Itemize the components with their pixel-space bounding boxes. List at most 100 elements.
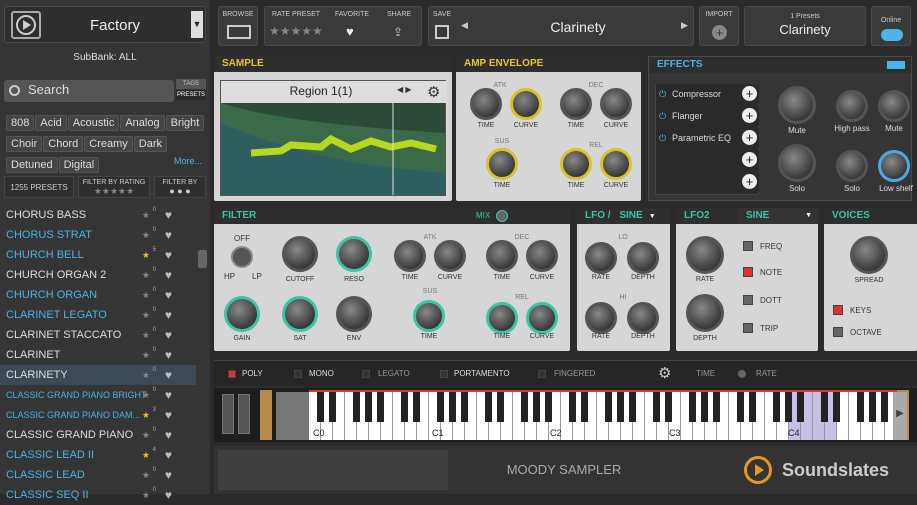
heart-icon[interactable]: ♥ xyxy=(165,285,172,305)
black-key[interactable] xyxy=(665,392,672,422)
preset-row[interactable]: CLASSIC LEAD ★ 0 ♥ xyxy=(0,465,196,485)
black-key[interactable] xyxy=(689,392,696,422)
rate-toggle[interactable] xyxy=(738,370,746,378)
poly-checkbox[interactable] xyxy=(228,370,236,378)
freq-checkbox[interactable] xyxy=(743,241,753,251)
star-icon[interactable]: ★ xyxy=(142,365,150,385)
tag-chip[interactable]: Acoustic xyxy=(67,115,120,131)
filter-type-switch[interactable] xyxy=(231,246,253,268)
preset-row[interactable]: CHURCH ORGAN 2 ★ 0 ♥ xyxy=(0,265,196,285)
star-icon[interactable]: ★ xyxy=(142,205,150,225)
tag-chip[interactable]: Creamy xyxy=(84,136,133,152)
tab-tags[interactable]: TAGS xyxy=(176,79,206,89)
preset-row[interactable]: CLARINET LEGATO ★ 0 ♥ xyxy=(0,305,196,325)
black-key[interactable] xyxy=(833,392,840,422)
keys-checkbox[interactable] xyxy=(833,305,843,315)
lfo1-wave[interactable]: SINE xyxy=(619,210,642,221)
black-key[interactable] xyxy=(797,392,804,422)
tag-chip[interactable]: Analog xyxy=(120,115,165,131)
add-icon[interactable]: + xyxy=(742,174,757,189)
import-button[interactable]: IMPORT + xyxy=(699,6,739,46)
online-button[interactable]: Online xyxy=(871,6,911,46)
heart-icon[interactable]: ♥ xyxy=(165,385,172,405)
tag-chip[interactable]: Acid xyxy=(35,115,67,131)
black-key[interactable] xyxy=(785,392,792,422)
heart-icon[interactable]: ♥ xyxy=(165,305,172,325)
black-key[interactable] xyxy=(713,392,720,422)
note-checkbox[interactable] xyxy=(743,267,753,277)
black-key[interactable] xyxy=(773,392,780,422)
fx-parametric-eq[interactable]: ⏻ Parametric EQ + xyxy=(656,128,759,148)
f-sus-time-knob[interactable] xyxy=(413,300,445,332)
black-key[interactable] xyxy=(701,392,708,422)
star-icon[interactable]: ★ xyxy=(142,405,150,425)
star-icon[interactable]: ★ xyxy=(142,325,150,345)
sat-knob[interactable] xyxy=(282,296,318,332)
fingered-label[interactable]: FINGERED xyxy=(554,369,595,378)
black-key[interactable] xyxy=(485,392,492,422)
fx-slot-empty[interactable]: + xyxy=(656,172,759,192)
amp-sus-time-knob[interactable] xyxy=(486,148,518,180)
preset-row[interactable]: CHURCH ORGAN ★ 0 ♥ xyxy=(0,285,196,305)
gear-icon[interactable]: ⚙ xyxy=(658,364,671,382)
gain-knob[interactable] xyxy=(224,296,260,332)
lfo1-lo-rate-knob[interactable] xyxy=(585,242,617,274)
black-key[interactable] xyxy=(449,392,456,422)
fx-lowshelf-knob[interactable] xyxy=(878,150,910,182)
black-key[interactable] xyxy=(377,392,384,422)
fx-compressor[interactable]: ⏻ Compressor + xyxy=(656,84,759,104)
fingered-checkbox[interactable] xyxy=(538,370,546,378)
filter-by-rating[interactable]: FILTER BY RATING ★★★★★ xyxy=(78,176,150,198)
power-icon[interactable]: ⏻ xyxy=(659,128,666,148)
amp-atk-time-knob[interactable] xyxy=(470,88,502,120)
rate-preset[interactable]: RATE PRESET ★★★★★ xyxy=(265,7,327,45)
lfo2-rate-knob[interactable] xyxy=(686,236,724,274)
scrollbar-thumb[interactable] xyxy=(198,250,207,268)
black-key[interactable] xyxy=(617,392,624,422)
next-preset-icon[interactable]: ▶ xyxy=(681,20,688,31)
more-tags-link[interactable]: More... xyxy=(174,156,202,166)
amp-dec-curve-knob[interactable] xyxy=(600,88,632,120)
heart-icon[interactable]: ♥ xyxy=(165,445,172,465)
star-icon[interactable]: ★ xyxy=(142,425,150,445)
mono-checkbox[interactable] xyxy=(294,370,302,378)
search-input[interactable]: Search xyxy=(4,80,174,102)
lfo1-hi-depth-knob[interactable] xyxy=(627,302,659,334)
add-icon[interactable]: + xyxy=(742,86,757,101)
star-icon[interactable]: ★ xyxy=(142,345,150,365)
lfo2-wave-select[interactable]: SINE ▼ xyxy=(738,208,818,224)
tag-chip[interactable]: Dark xyxy=(133,136,168,152)
black-key[interactable] xyxy=(521,392,528,422)
heart-icon[interactable]: ♥ xyxy=(165,405,172,425)
black-key[interactable] xyxy=(401,392,408,422)
mono-label[interactable]: MONO xyxy=(309,369,334,378)
heart-icon[interactable]: ♥ xyxy=(165,225,172,245)
octave-right-icon[interactable]: ▶ xyxy=(893,392,907,440)
subbank-label[interactable]: SubBank: ALL xyxy=(0,52,210,63)
black-key[interactable] xyxy=(737,392,744,422)
fx-mute-knob[interactable] xyxy=(778,86,816,124)
fx-highpass-knob[interactable] xyxy=(836,90,868,122)
heart-icon[interactable]: ♥ xyxy=(165,365,172,385)
star-icon[interactable]: ★ xyxy=(142,305,150,325)
fx-mute2-knob[interactable] xyxy=(878,90,910,122)
black-key[interactable] xyxy=(581,392,588,422)
amp-rel-curve-knob[interactable] xyxy=(600,148,632,180)
black-key[interactable] xyxy=(437,392,444,422)
f-atk-time-knob[interactable] xyxy=(394,240,426,272)
fx-solo-knob[interactable] xyxy=(778,144,816,182)
mix-knob[interactable] xyxy=(496,210,508,222)
heart-icon[interactable]: ♥ xyxy=(165,265,172,285)
black-key[interactable] xyxy=(749,392,756,422)
tag-chip[interactable]: 808 xyxy=(6,115,35,131)
black-key[interactable] xyxy=(533,392,540,422)
heart-icon[interactable]: ♥ xyxy=(165,465,172,485)
star-icon[interactable]: ★ xyxy=(142,485,150,505)
spread-knob[interactable] xyxy=(850,236,888,274)
reso-knob[interactable] xyxy=(336,236,372,272)
black-key[interactable] xyxy=(857,392,864,422)
tab-presets[interactable]: PRESETS xyxy=(176,90,206,100)
black-key[interactable] xyxy=(413,392,420,422)
star-icon[interactable]: ★ xyxy=(142,245,150,265)
preset-row[interactable]: CLASSIC GRAND PIANO BRIGHT ★ 0 ♥ xyxy=(0,385,196,405)
